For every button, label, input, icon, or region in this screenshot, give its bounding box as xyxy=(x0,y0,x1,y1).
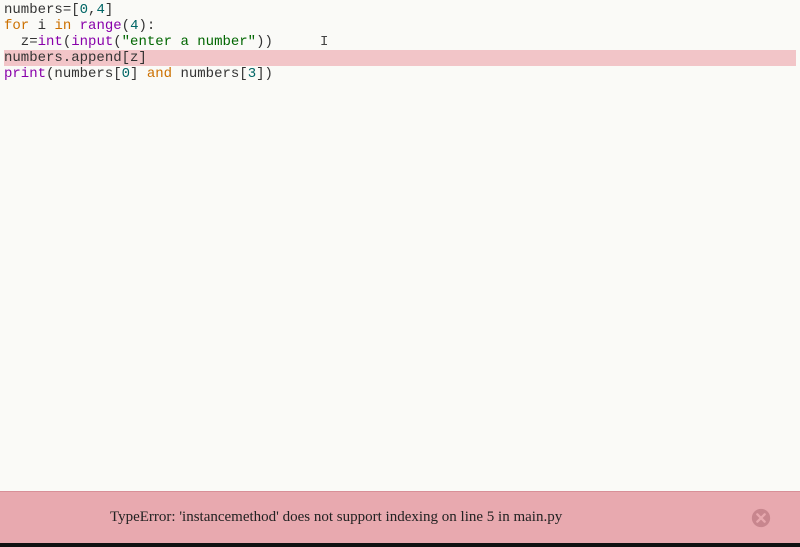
token: and xyxy=(147,66,172,82)
token: 0 xyxy=(80,2,88,18)
token: 3 xyxy=(248,66,256,82)
error-message: TypeError: 'instancemethod' does not sup… xyxy=(110,509,562,526)
token: numbers.append[z] xyxy=(4,50,147,66)
token: for xyxy=(4,18,29,34)
token: print xyxy=(4,66,46,82)
close-icon[interactable] xyxy=(750,507,772,529)
text-cursor-icon: I xyxy=(320,34,328,50)
code-line-2: for i in range(4): xyxy=(4,18,796,34)
token: ( xyxy=(122,18,130,34)
code-line-3: z=int(input("enter a number")) xyxy=(4,34,796,50)
bottom-border xyxy=(0,543,800,547)
token: in xyxy=(54,18,71,34)
token xyxy=(71,18,79,34)
token: range xyxy=(80,18,122,34)
code-line-4-error: numbers.append[z] xyxy=(4,50,796,66)
token: )) xyxy=(256,34,273,50)
token: ( xyxy=(63,34,71,50)
token: input xyxy=(71,34,113,50)
token: (numbers[ xyxy=(46,66,122,82)
token: z= xyxy=(4,34,38,50)
token: ] xyxy=(105,2,113,18)
token: i xyxy=(29,18,54,34)
token: numbers[ xyxy=(172,66,248,82)
error-notification-bar: TypeError: 'instancemethod' does not sup… xyxy=(0,491,800,543)
token: numbers xyxy=(4,2,63,18)
token: ] xyxy=(130,66,147,82)
token: =[ xyxy=(63,2,80,18)
token: 4 xyxy=(96,2,104,18)
code-editor[interactable]: numbers=[0,4] for i in range(4): z=int(i… xyxy=(0,0,800,491)
token: "enter a number" xyxy=(122,34,256,50)
token: ]) xyxy=(256,66,273,82)
code-line-5: print(numbers[0] and numbers[3]) xyxy=(4,66,796,82)
token: 0 xyxy=(122,66,130,82)
token: int xyxy=(38,34,63,50)
code-line-1: numbers=[0,4] xyxy=(4,2,796,18)
token: ): xyxy=(138,18,155,34)
token: ( xyxy=(113,34,121,50)
